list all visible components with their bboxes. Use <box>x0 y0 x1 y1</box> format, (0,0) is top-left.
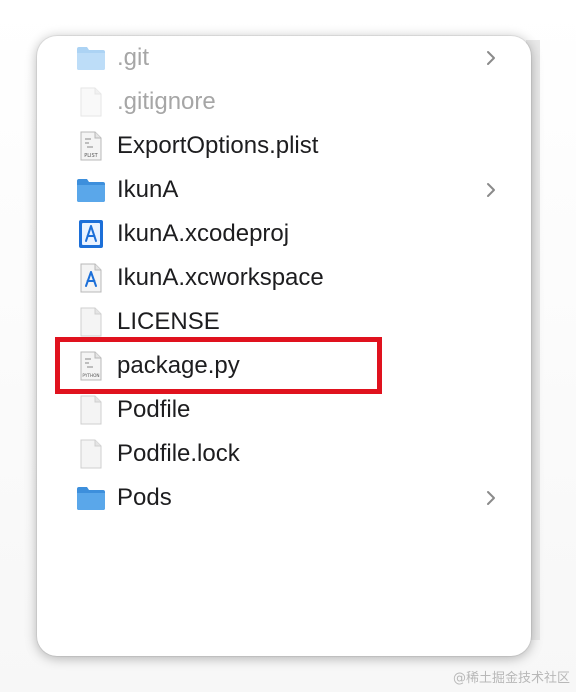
file-name: LICENSE <box>117 308 220 335</box>
file-name: IkunA.xcodeproj <box>117 220 290 247</box>
file-row-ikuna-xcworkspace[interactable]: IkunA.xcworkspace <box>37 256 531 300</box>
file-name: Podfile <box>117 396 191 423</box>
file-name: .git <box>117 44 150 71</box>
chevron-right-icon[interactable] <box>483 47 499 69</box>
file-row-ikuna-xcodeproj[interactable]: IkunA.xcodeproj <box>37 212 531 256</box>
folder-icon <box>75 42 107 74</box>
file-row-pods[interactable]: Pods <box>37 476 531 520</box>
file-name: IkunA.xcworkspace <box>117 264 324 291</box>
xcworkspace-icon <box>75 262 107 294</box>
file-row-podfile[interactable]: Podfile <box>37 388 531 432</box>
file-name: ExportOptions.plist <box>117 132 319 159</box>
document-icon <box>75 438 107 470</box>
file-row-exportoptions-plist[interactable]: PLIST ExportOptions.plist <box>37 124 531 168</box>
highlight-annotation-box <box>55 337 382 394</box>
plist-file-icon: PLIST <box>75 130 107 162</box>
file-name: IkunA <box>117 176 179 203</box>
document-icon <box>75 306 107 338</box>
document-icon <box>75 86 107 118</box>
file-row-git[interactable]: .git <box>37 36 531 80</box>
folder-icon <box>75 482 107 514</box>
file-name: Pods <box>117 484 172 511</box>
watermark: @稀土掘金技术社区 <box>452 671 570 686</box>
chevron-right-icon[interactable] <box>483 179 499 201</box>
xcodeproj-icon <box>75 218 107 250</box>
svg-text:PLIST: PLIST <box>84 153 98 159</box>
document-icon <box>75 394 107 426</box>
folder-icon <box>75 174 107 206</box>
file-name: Podfile.lock <box>117 440 240 467</box>
chevron-right-icon[interactable] <box>483 487 499 509</box>
file-name: .gitignore <box>117 88 216 115</box>
file-row-podfile-lock[interactable]: Podfile.lock <box>37 432 531 476</box>
file-row-ikuna-folder[interactable]: IkunA <box>37 168 531 212</box>
file-row-gitignore[interactable]: .gitignore <box>37 80 531 124</box>
